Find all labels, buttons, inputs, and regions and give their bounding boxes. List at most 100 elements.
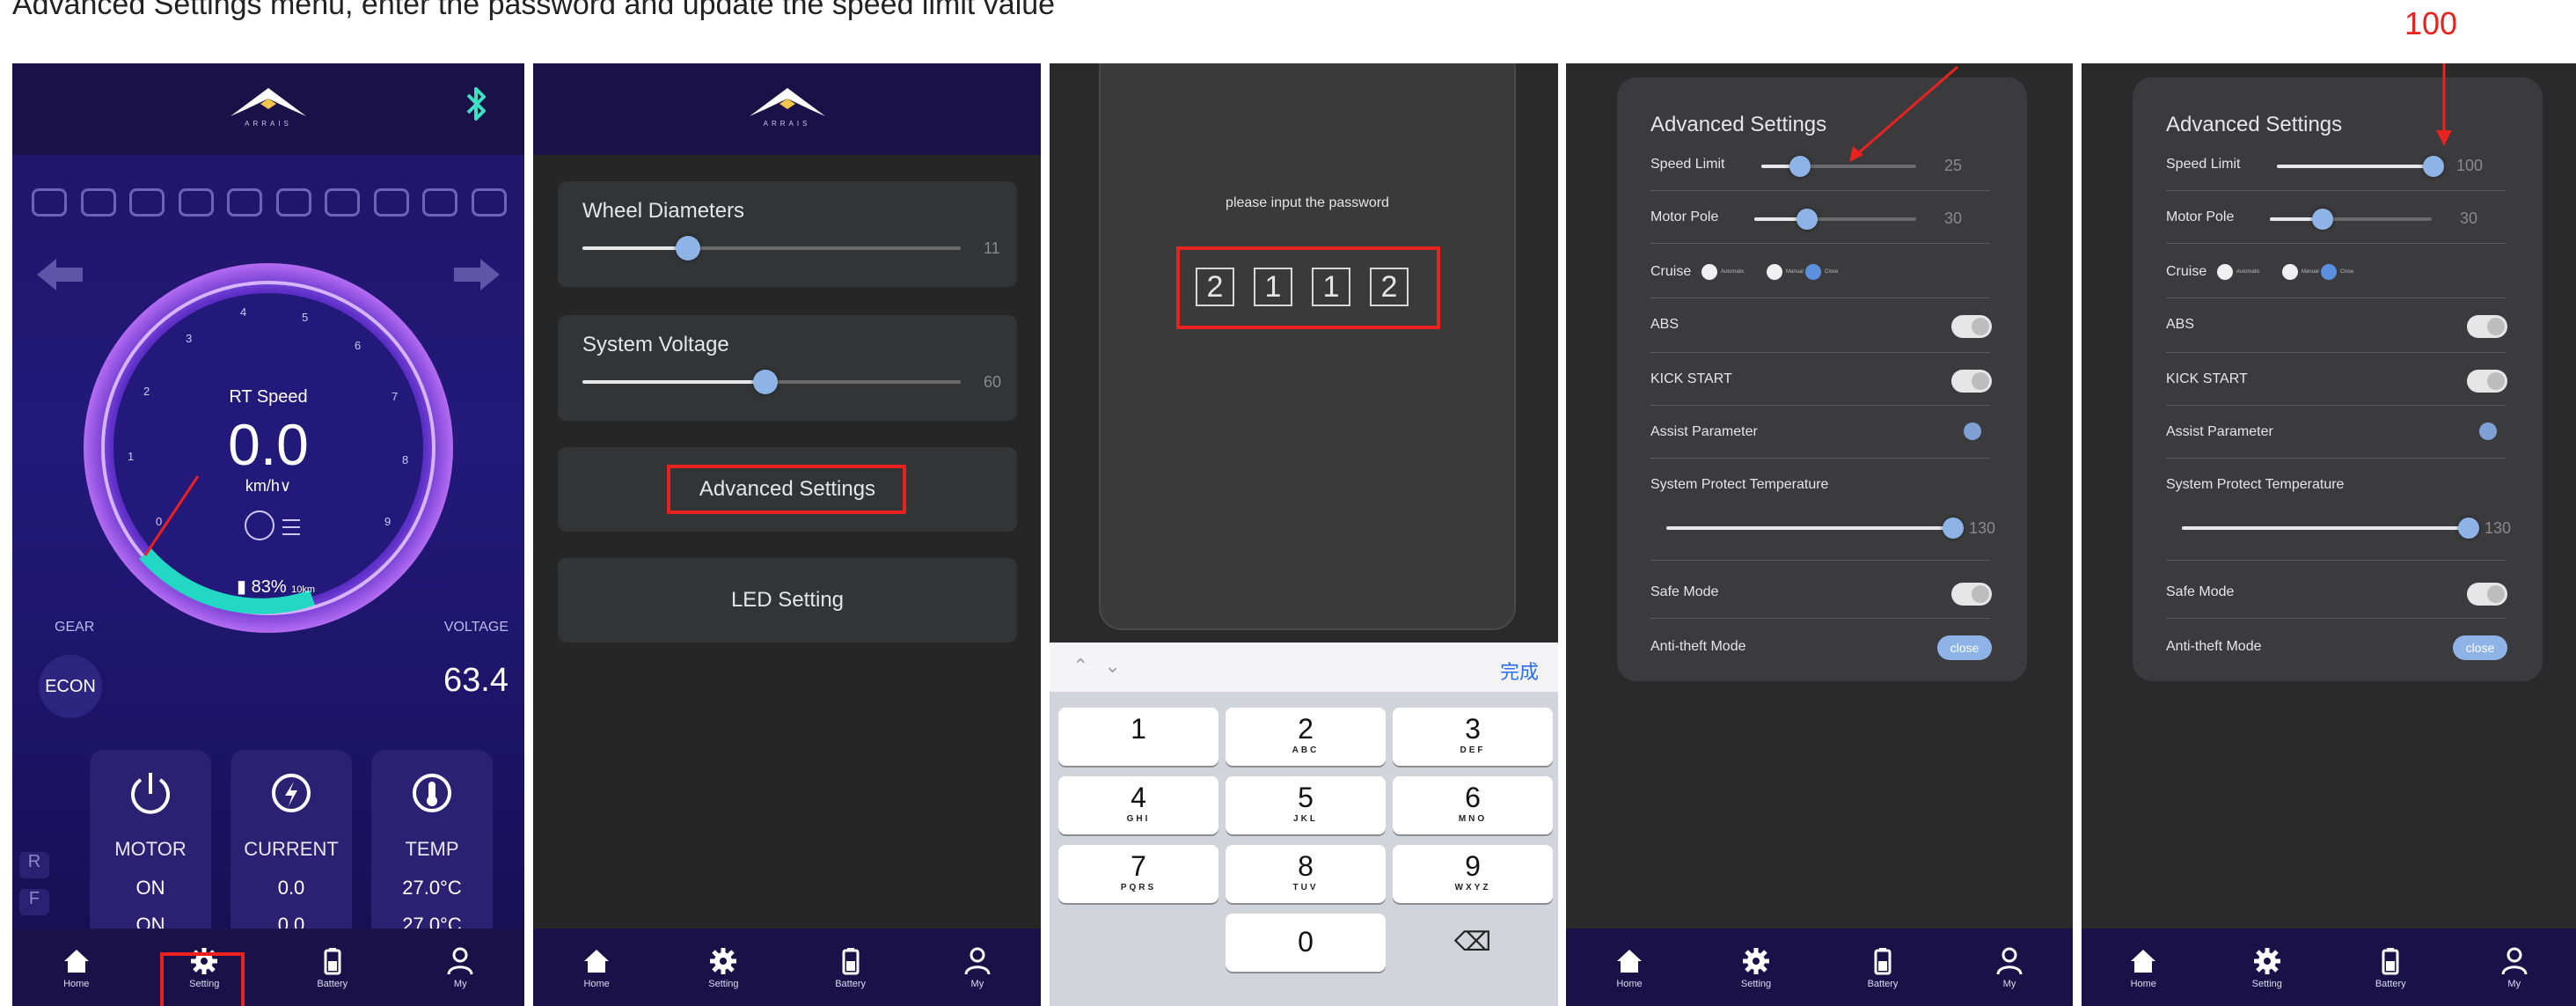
nav-battery-label: Battery [835,979,867,989]
key-5[interactable]: 5 JKL [1226,776,1386,834]
cruise-automatic-radio[interactable] [1701,264,1717,280]
key-3[interactable]: 3 DEF [1393,708,1553,766]
nav-battery[interactable]: Battery [268,929,397,1006]
nav-setting[interactable]: Setting [1693,929,1819,1006]
divider [1650,405,1990,406]
cruise-manual-label: Manual [1786,269,1804,275]
cruise-manual-radio[interactable] [1767,264,1782,280]
assist-info-icon[interactable] [1964,422,1981,440]
row-marker-f: F [19,889,49,915]
key-8[interactable]: 8 TUV [1226,845,1386,903]
key-2-number: 2 [1298,713,1314,745]
cruise-close-radio[interactable] [1805,264,1821,280]
gear-mode-button[interactable]: ECON [39,655,102,718]
safe-mode-toggle[interactable] [2467,583,2507,606]
motor-pole-knob[interactable] [1797,209,1818,230]
numeric-keyboard: ⌃⌄ 完成 1 2 ABC 3 DEF 4 GHI 5 JKL 6 MNO 7 PQRS 8… [1050,643,1558,1006]
anti-theft-close-button[interactable]: close [2453,635,2507,660]
divider [2166,458,2506,459]
nav-home[interactable]: Home [1566,929,1693,1006]
dashboard-screen: ARRAIS 0 1 2 3 4 5 6 7 8 9 RT Speed 0.0 … [12,63,524,1006]
cruise-automatic-label: Automatic [1721,269,1745,275]
safe-mode-toggle[interactable] [1951,583,1992,606]
nav-home[interactable]: Home [2082,929,2206,1006]
abs-toggle[interactable] [1951,315,1992,338]
system-voltage-value: 60 [984,373,1002,391]
assist-info-icon[interactable] [2479,422,2497,440]
cruise-automatic-label: Automatic [2236,269,2260,275]
led-setting-card[interactable]: LED Setting [558,558,1017,643]
nav-setting[interactable]: Setting [2206,929,2330,1006]
speed-limit-label: Speed Limit [2166,157,2241,172]
cruise-close-label: Close [2340,269,2354,275]
bluetooth-icon[interactable] [463,83,489,125]
temp-slider-knob[interactable] [2458,518,2479,539]
nav-battery[interactable]: Battery [2329,929,2453,1006]
voltage-slider-fill [582,380,765,384]
key-7[interactable]: 7 PQRS [1058,845,1218,903]
cruise-automatic-radio[interactable] [2217,264,2233,280]
key-1[interactable]: 1 [1058,708,1218,766]
key-2[interactable]: 2 ABC [1226,708,1386,766]
key-4[interactable]: 4 GHI [1058,776,1218,834]
battery-icon [2382,948,2399,975]
key-7-number: 7 [1131,850,1146,882]
battery-fault-icon [227,188,263,217]
temp-title: TEMP [405,838,459,860]
display-icon [373,188,409,217]
anti-theft-close-button[interactable]: close [1937,635,1992,660]
nav-my[interactable]: My [914,929,1041,1006]
key-9[interactable]: 9 WXYZ [1393,845,1553,903]
nav-battery[interactable]: Battery [787,929,914,1006]
wheel-slider-fill [582,246,688,250]
brake-icon [80,188,116,217]
nav-setting-label: Setting [708,979,739,989]
voltage-slider-knob[interactable] [753,370,778,394]
abs-toggle[interactable] [2467,315,2507,338]
highlight-setting-box [160,952,245,1006]
key-0[interactable]: 0 [1226,914,1386,972]
nav-home[interactable]: Home [533,929,660,1006]
led-setting-button[interactable]: LED Setting [558,588,1017,613]
speed-unit-selector[interactable]: km/h∨ [12,477,524,496]
speed-limit-knob[interactable] [2423,156,2444,177]
password-prompt: please input the password [1226,195,1389,210]
nav-my[interactable]: My [2453,929,2576,1006]
gear-label: GEAR [55,620,95,635]
kick-start-toggle[interactable] [1951,370,1992,393]
nav-my[interactable]: My [397,929,525,1006]
nav-home-label: Home [63,979,90,989]
temp-slider-knob[interactable] [1943,518,1964,539]
keyboard-done-button[interactable]: 完成 [1500,657,1539,685]
cruise-close-radio[interactable] [2321,264,2337,280]
nav-my-label: My [970,979,984,989]
gauge-tick-0: 0 [156,515,162,528]
wheel-diameter-card: Wheel Diameters 11 [558,181,1017,287]
nav-setting[interactable]: Setting [660,929,787,1006]
alert-triangle-icon [471,188,507,217]
nav-battery[interactable]: Battery [1819,929,1946,1006]
keyboard-nav-arrows-icon[interactable]: ⌃⌄ [1072,655,1137,678]
nav-my[interactable]: My [1946,929,2073,1006]
delete-key-icon[interactable]: ⌫ [1393,914,1553,972]
cruise-manual-radio[interactable] [2282,264,2298,280]
kick-start-toggle[interactable] [2467,370,2507,393]
motor-pole-knob[interactable] [2312,209,2333,230]
bolt-icon [272,774,311,812]
divider [1650,618,1990,619]
person-icon [1996,947,2023,975]
nav-home[interactable]: Home [12,929,141,1006]
motor-pole-label: Motor Pole [1650,209,1719,224]
nav-setting-label: Setting [2251,979,2282,989]
wheel-slider-knob[interactable] [676,236,700,261]
highlight-password-box [1176,246,1440,329]
warning-indicator-row [32,176,507,229]
wheel-diameter-value: 11 [984,239,1000,257]
gauge-tick-4: 4 [240,305,246,319]
annotation-down-arrow-icon [2436,63,2452,146]
assist-parameter-label: Assist Parameter [2166,424,2273,439]
safe-mode-label: Safe Mode [1650,584,1719,599]
hall-icon [325,188,361,217]
key-6[interactable]: 6 MNO [1393,776,1553,834]
divider [1650,560,1990,561]
